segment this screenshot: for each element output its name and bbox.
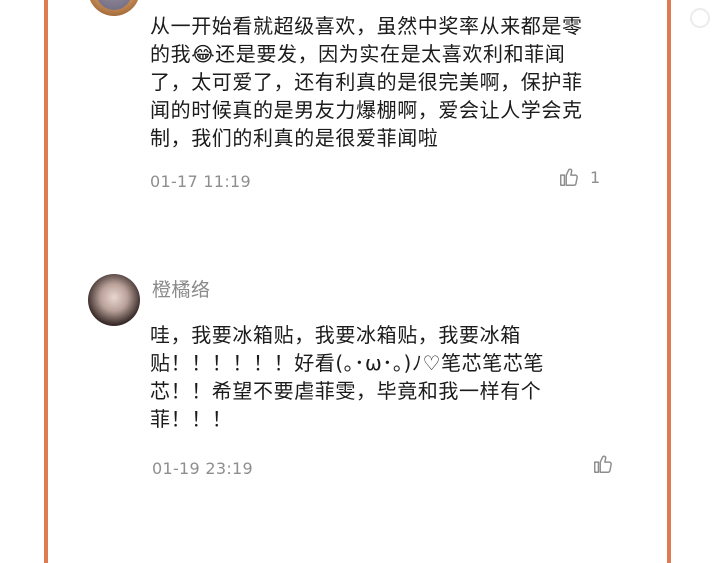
comment-timestamp: 01-19 23:19 [152,459,253,478]
avatar[interactable] [88,274,140,326]
thumbs-up-icon[interactable] [558,166,580,188]
right-border [667,0,671,563]
comment-timestamp: 01-17 11:19 [150,172,251,191]
username[interactable]: 橙橘络 [152,275,211,302]
comment-text: 从一开始看就超级喜欢，虽然中奖率从来都是零的我😂还是要发，因为实在是太喜欢利和菲… [150,14,583,150]
avatar[interactable] [88,0,140,16]
comment-text: 哇，我要冰箱贴，我要冰箱贴，我要冰箱贴！！！！！！好看(｡･ω･｡)ﾉ♡笔芯笔芯… [150,323,545,431]
thumbs-up-icon[interactable] [592,453,614,475]
like-count: 1 [590,168,601,187]
comment-feed: 从一开始看就超级喜欢，虽然中奖率从来都是零的我😂还是要发，因为实在是太喜欢利和菲… [0,0,720,563]
left-border [44,0,48,563]
faint-edge-icon [690,8,710,28]
